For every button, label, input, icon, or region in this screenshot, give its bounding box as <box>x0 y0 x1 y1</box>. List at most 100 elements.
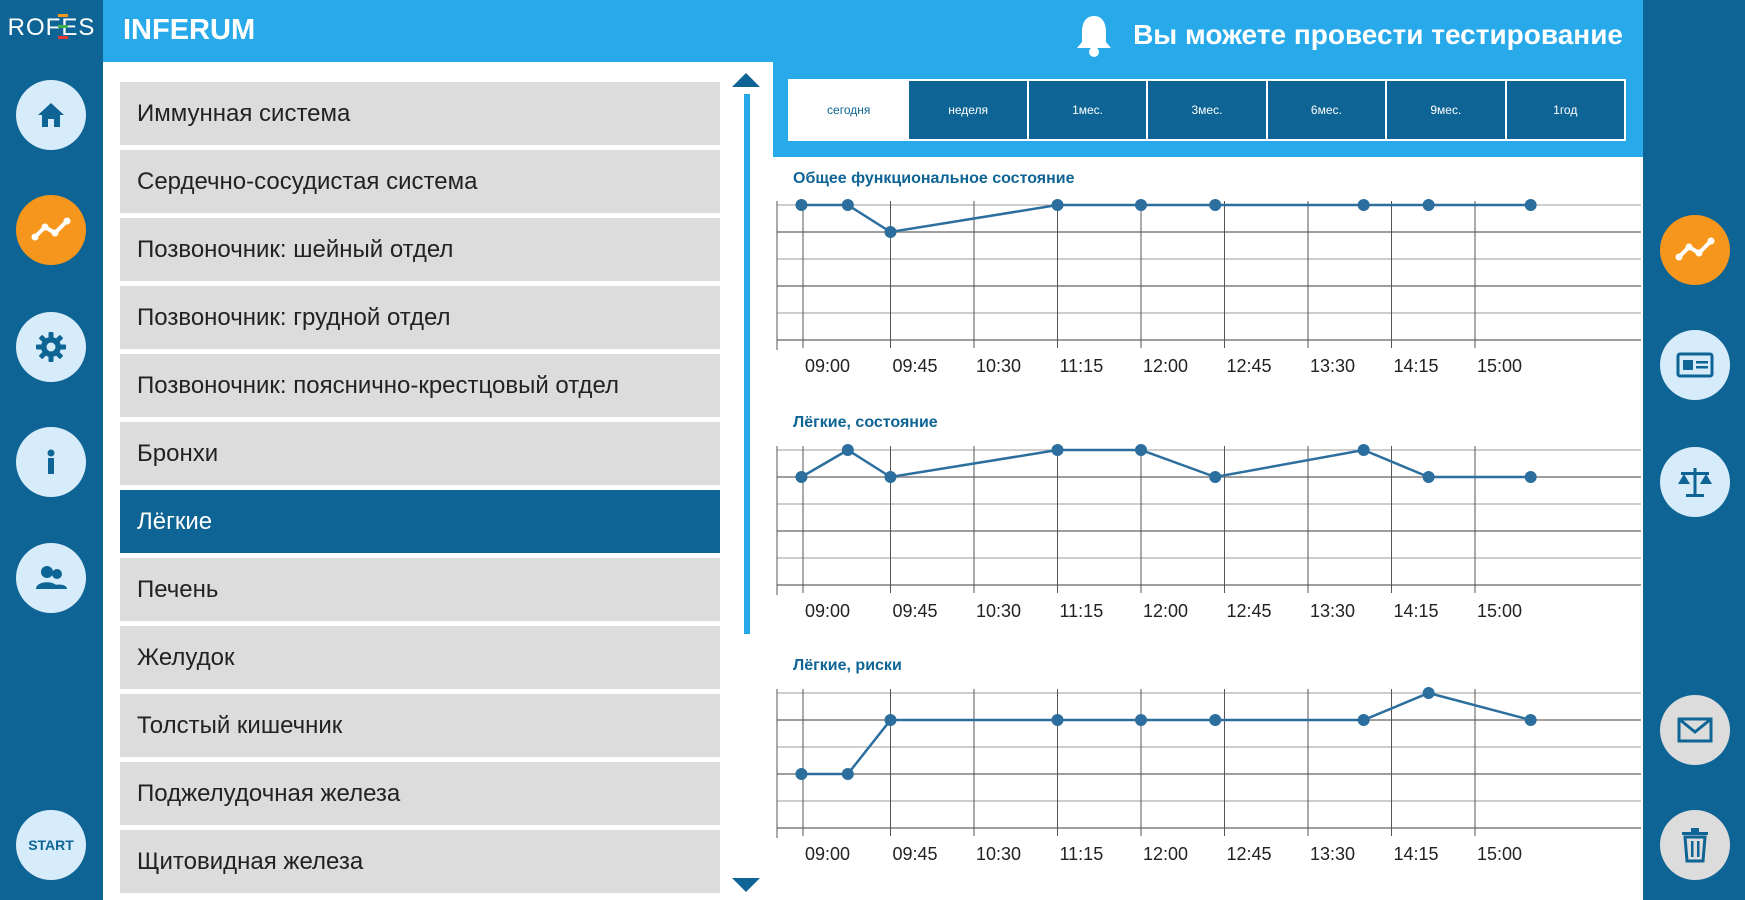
card-button[interactable] <box>1660 330 1730 400</box>
x-tick-label: 10:30 <box>976 601 1021 621</box>
chart-icon <box>1675 237 1715 261</box>
data-point <box>841 444 854 456</box>
scroll-up-arrow[interactable] <box>732 73 760 87</box>
tab-week[interactable]: неделя <box>907 81 1027 139</box>
data-point <box>841 768 854 780</box>
list-item[interactable]: Позвоночник: шейный отдел <box>120 218 720 281</box>
chart-lungs-risks: 09:00 09:45 10:30 11:15 12:00 12:45 13:30 14:15… <box>776 687 1641 864</box>
list-item[interactable]: Позвоночник: пояснично-крестцовый отдел <box>120 354 720 417</box>
x-tick-label: 11:15 <box>1060 356 1104 376</box>
tab-1-month[interactable]: 1мес. <box>1026 81 1147 139</box>
logo-color-marks <box>58 10 70 46</box>
list-item[interactable]: Позвоночник: грудной отдел <box>120 286 720 349</box>
list-item[interactable]: Толстый кишечник <box>120 694 720 757</box>
data-point <box>1051 199 1064 211</box>
list-item[interactable]: Бронхи <box>120 422 720 485</box>
settings-button[interactable] <box>16 312 86 382</box>
data-point <box>1209 199 1222 211</box>
tab-6-months[interactable]: 6мес. <box>1265 81 1386 139</box>
data-point <box>1422 687 1435 699</box>
list-item-selected[interactable]: Лёгкие <box>120 490 720 553</box>
start-button[interactable]: START <box>16 810 86 880</box>
data-point <box>841 199 854 211</box>
x-tick-label: 14:15 <box>1394 844 1439 864</box>
scales-button[interactable] <box>1660 447 1730 517</box>
users-icon <box>36 566 67 589</box>
home-button[interactable] <box>16 80 86 150</box>
card-icon <box>1676 352 1714 378</box>
data-point <box>1357 714 1370 726</box>
top-bar: INFERUM Вы можете провести тестирование <box>103 0 1643 62</box>
data-point <box>1135 714 1147 726</box>
data-point <box>1524 199 1537 211</box>
x-tick-label: 13:30 <box>1310 601 1355 621</box>
tab-3-months[interactable]: 3мес. <box>1146 81 1266 139</box>
x-tick-label: 09:00 <box>805 601 850 621</box>
delete-button[interactable] <box>1660 810 1730 880</box>
data-point <box>1422 471 1435 483</box>
series-line <box>801 691 1531 776</box>
data-point <box>1357 444 1370 456</box>
x-tick-label: 12:00 <box>1143 844 1188 864</box>
scales-icon <box>1678 468 1712 497</box>
x-tick-label: 12:00 <box>1143 601 1188 621</box>
list-item[interactable]: Поджелудочная железа <box>120 762 720 825</box>
data-point <box>1209 714 1222 726</box>
data-point <box>884 226 897 238</box>
right-action-rail <box>1643 0 1745 900</box>
notification-text: Вы можете провести тестирование <box>1133 19 1623 50</box>
info-icon <box>47 449 55 474</box>
data-point <box>795 768 808 780</box>
x-tick-label: 12:45 <box>1227 601 1272 621</box>
x-tick-label: 10:30 <box>976 844 1021 864</box>
list-item[interactable]: Желудок <box>120 626 720 689</box>
data-point <box>1357 199 1370 211</box>
bell-icon <box>1077 16 1112 57</box>
charts-view-button[interactable] <box>1660 215 1730 285</box>
data-point <box>884 471 897 483</box>
x-tick-label: 15:00 <box>1477 844 1522 864</box>
list-item[interactable]: Сердечно-сосудистая система <box>120 150 720 213</box>
x-tick-label: 11:15 <box>1060 844 1104 864</box>
x-tick-label: 13:30 <box>1310 356 1355 376</box>
series-line <box>800 448 1531 479</box>
data-point <box>1524 471 1537 483</box>
data-point <box>795 471 808 483</box>
list-item[interactable]: Печень <box>120 558 720 621</box>
info-button[interactable] <box>16 427 86 497</box>
data-point <box>1209 471 1222 483</box>
scrollbar[interactable] <box>744 94 750 634</box>
test-notification[interactable]: Вы можете провести тестирование <box>1073 12 1623 58</box>
data-point <box>1135 444 1147 456</box>
tab-today[interactable]: сегодня <box>790 81 908 139</box>
data-point <box>795 199 808 211</box>
x-tick-label: 09:00 <box>805 356 850 376</box>
trash-icon <box>1682 828 1708 863</box>
x-tick-label: 09:45 <box>893 844 938 864</box>
chart-title-lungs-state: Лёгкие, состояние <box>793 414 938 431</box>
list-item[interactable]: Щитовидная железа <box>120 830 720 893</box>
charts-area: Общее функциональное состояние 09:00 09:4… <box>773 157 1643 900</box>
charts-button[interactable] <box>16 195 86 265</box>
mail-button[interactable] <box>1660 695 1730 765</box>
data-point <box>1051 444 1064 456</box>
tab-9-months[interactable]: 9мес. <box>1385 81 1505 139</box>
tab-1-year[interactable]: 1год <box>1504 81 1624 139</box>
x-tick-label: 14:15 <box>1394 601 1439 621</box>
chart-general-state: 09:00 09:45 10:30 11:15 12:00 12:45 13:30 14:15… <box>776 199 1641 376</box>
list-item[interactable]: Иммунная система <box>120 82 720 145</box>
x-tick-label: 09:00 <box>805 844 850 864</box>
x-tick-label: 09:45 <box>893 601 938 621</box>
x-tick-label: 13:30 <box>1310 844 1355 864</box>
gear-icon <box>36 332 66 362</box>
chart-title-general: Общее функциональное состояние <box>793 170 1075 187</box>
chart-title-lungs-risks: Лёгкие, риски <box>793 657 902 674</box>
organ-list: Иммунная система Сердечно-сосудистая сис… <box>103 62 723 900</box>
users-button[interactable] <box>16 543 86 613</box>
data-point <box>1051 714 1064 726</box>
scroll-down-arrow[interactable] <box>732 878 760 892</box>
x-tick-label: 12:00 <box>1143 356 1188 376</box>
data-point <box>1135 199 1147 211</box>
x-tick-label: 09:45 <box>893 356 938 376</box>
series-line <box>801 203 1531 234</box>
